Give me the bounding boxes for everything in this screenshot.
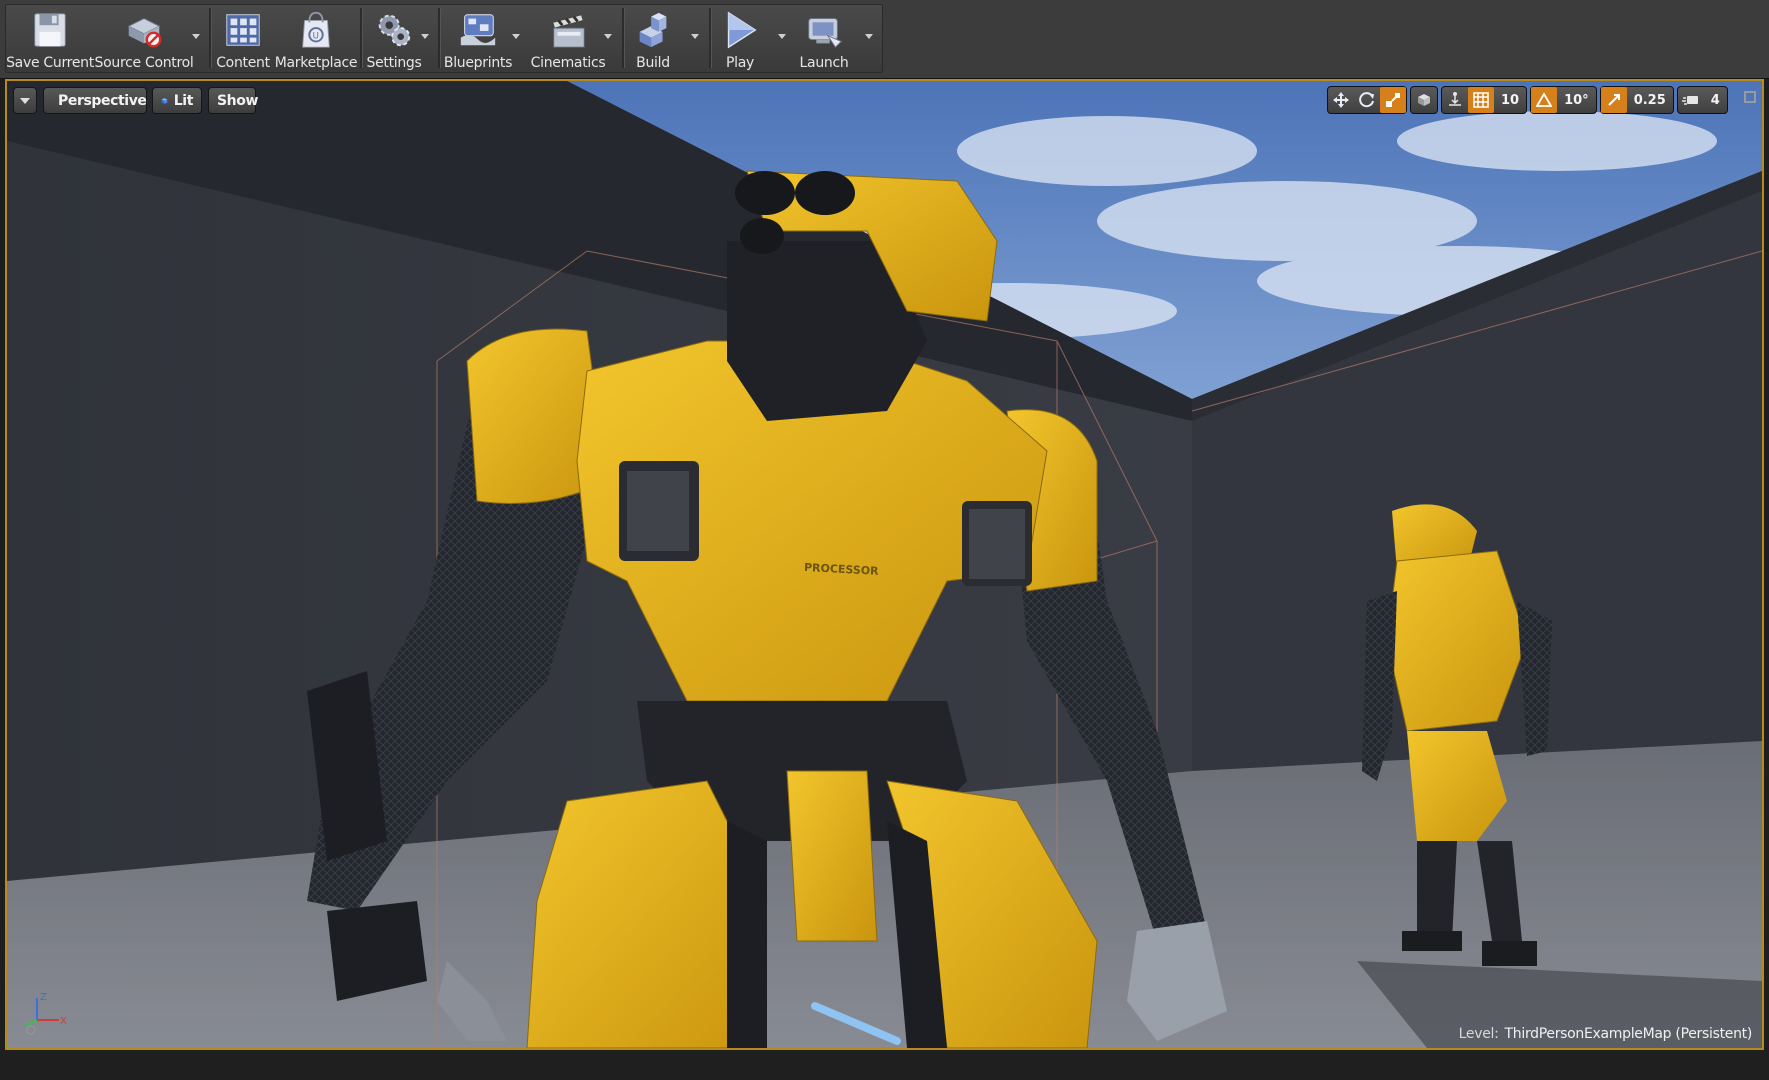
blueprints-label: Blueprints bbox=[443, 55, 513, 71]
maximize-viewport-button[interactable] bbox=[1744, 91, 1756, 103]
scale-tool[interactable] bbox=[1380, 87, 1406, 113]
save-current-button[interactable]: Save Current bbox=[3, 4, 97, 71]
rotation-snap-value[interactable]: 10° bbox=[1557, 93, 1596, 108]
main-toolbar: Save Current Source Control Content U Ma… bbox=[0, 0, 1769, 79]
viewport-scene[interactable]: PROCESSOR bbox=[7, 81, 1762, 1048]
translate-icon bbox=[1333, 92, 1349, 108]
angle-snap-icon bbox=[1536, 92, 1553, 107]
play-label: Play bbox=[726, 55, 754, 71]
show-button[interactable]: Show bbox=[208, 87, 259, 114]
grid-snap-group: 10 bbox=[1441, 86, 1528, 114]
world-space-icon bbox=[1418, 94, 1430, 106]
viewport-options-dropdown[interactable] bbox=[13, 87, 37, 114]
axis-gizmo: Z X bbox=[24, 992, 67, 1035]
lit-label: Lit bbox=[173, 92, 194, 109]
launch-icon bbox=[808, 18, 843, 48]
source-control-label: Source Control bbox=[94, 55, 194, 71]
transform-mode-group bbox=[1327, 86, 1407, 114]
launch-label: Launch bbox=[799, 55, 849, 71]
camera-speed-icon bbox=[1681, 96, 1698, 105]
source-control-button[interactable]: Source Control bbox=[94, 4, 194, 71]
level-indicator: Level: ThirdPersonExampleMap (Persistent) bbox=[1458, 1026, 1753, 1042]
bottom-strip bbox=[0, 1050, 1769, 1080]
camera-speed-group: 4 bbox=[1676, 86, 1728, 114]
scale-snap-toggle[interactable] bbox=[1600, 87, 1627, 113]
play-icon bbox=[727, 11, 757, 49]
lit-cube-icon bbox=[161, 97, 168, 104]
translate-tool[interactable] bbox=[1328, 87, 1354, 113]
perspective-label: Perspective bbox=[58, 92, 147, 109]
axis-x-label: X bbox=[60, 1016, 67, 1027]
level-viewport[interactable]: PROCESSOR Perspective Lit Show 10 10° 0.… bbox=[5, 79, 1764, 1050]
transform-toolbar: 10 10° 0.25 4 bbox=[1327, 86, 1728, 114]
lit-button[interactable]: Lit bbox=[152, 87, 202, 114]
build-button[interactable]: Build bbox=[606, 4, 700, 71]
scale-icon bbox=[1386, 93, 1400, 107]
surface-snap-icon bbox=[1449, 92, 1461, 106]
scale-snap-value[interactable]: 0.25 bbox=[1627, 93, 1673, 108]
rotation-snap-group: 10° bbox=[1530, 86, 1597, 114]
camera-speed-value[interactable]: 4 bbox=[1704, 93, 1727, 108]
axis-z-label: Z bbox=[40, 992, 47, 1003]
save-icon bbox=[34, 13, 66, 47]
source-control-icon bbox=[127, 18, 162, 48]
grid-icon bbox=[1473, 92, 1489, 108]
grid-snap-toggle[interactable] bbox=[1468, 87, 1494, 113]
grid-snap-value[interactable]: 10 bbox=[1494, 93, 1526, 108]
content-label: Content bbox=[216, 55, 270, 71]
scale-snap-icon bbox=[1607, 94, 1620, 106]
marketplace-label: Marketplace bbox=[274, 55, 358, 71]
settings-dropdown[interactable] bbox=[418, 26, 432, 46]
settings-icon bbox=[378, 14, 411, 47]
world-local-toggle[interactable] bbox=[1411, 87, 1437, 113]
svg-text:U: U bbox=[313, 32, 319, 42]
blueprints-icon bbox=[460, 14, 496, 46]
settings-label: Settings bbox=[366, 55, 422, 71]
coordinate-space-group bbox=[1410, 86, 1438, 114]
build-label: Build bbox=[636, 55, 670, 71]
save-current-label: Save Current bbox=[6, 55, 94, 71]
rotate-icon bbox=[1359, 92, 1374, 108]
level-label: Level: bbox=[1458, 1026, 1499, 1042]
cinematics-label: Cinematics bbox=[530, 55, 606, 71]
camera-speed-button[interactable] bbox=[1678, 87, 1704, 113]
surface-snap-toggle[interactable] bbox=[1442, 87, 1468, 113]
level-name: ThirdPersonExampleMap (Persistent) bbox=[1504, 1026, 1753, 1042]
content-browser-icon bbox=[226, 14, 260, 46]
rotation-snap-toggle[interactable] bbox=[1531, 87, 1558, 113]
play-button[interactable]: Play bbox=[693, 4, 787, 71]
launch-button[interactable]: Launch bbox=[777, 4, 871, 71]
show-label: Show bbox=[217, 92, 259, 109]
marketplace-icon: U bbox=[302, 11, 330, 48]
rotate-tool[interactable] bbox=[1354, 87, 1380, 113]
scale-snap-group: 0.25 bbox=[1599, 86, 1674, 114]
launch-dropdown[interactable] bbox=[862, 26, 876, 46]
build-icon bbox=[639, 12, 667, 48]
perspective-button[interactable]: Perspective bbox=[43, 87, 147, 114]
cinematics-icon bbox=[552, 14, 585, 48]
